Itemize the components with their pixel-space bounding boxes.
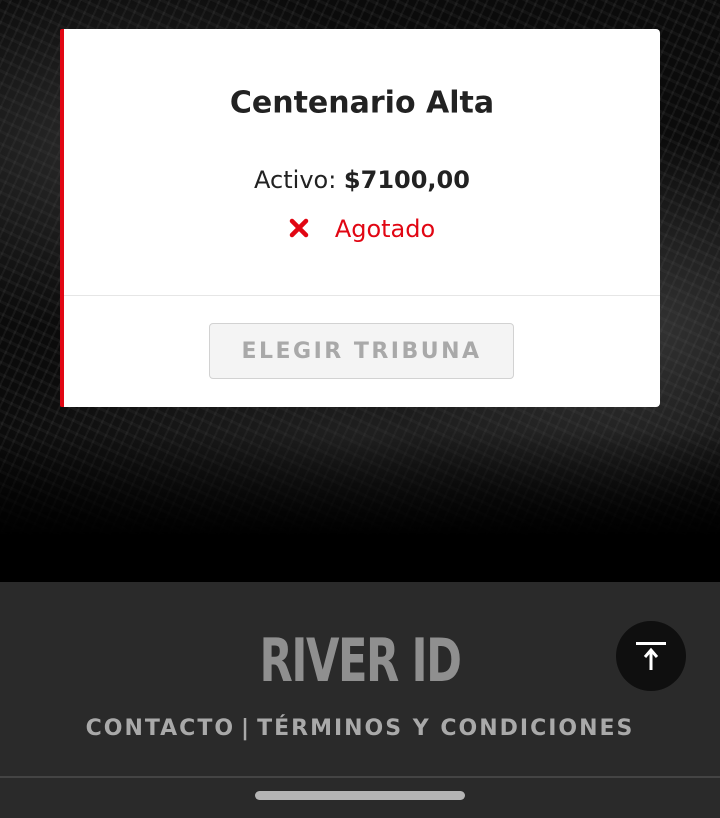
status-text: Agotado: [334, 215, 436, 243]
river-id-logo: RIVER ID: [259, 626, 461, 696]
price-value: $7100,00: [343, 166, 470, 194]
choose-stand-button[interactable]: ELEGIR TRIBUNA: [209, 323, 514, 379]
close-x-icon: [289, 216, 309, 238]
contact-link[interactable]: CONTACTO: [86, 716, 235, 741]
footer-links: CONTACTO | TÉRMINOS Y CONDICIONES: [0, 716, 720, 741]
ticket-price: Activo: $7100,00: [64, 166, 660, 194]
price-label: Activo:: [254, 166, 344, 194]
home-indicator: [255, 791, 465, 800]
ticket-status: Agotado: [64, 215, 660, 243]
hero-fade: [0, 430, 720, 582]
card-divider: [64, 295, 660, 296]
link-separator: |: [241, 716, 252, 741]
footer-divider: [0, 776, 720, 778]
arrow-up-to-top-icon: [636, 642, 666, 670]
ticket-title: Centenario Alta: [229, 85, 495, 121]
footer: RIVER ID CONTACTO | TÉRMINOS Y CONDICIONES: [0, 582, 720, 818]
ticket-card: Centenario Alta Activo: $7100,00 Agotado…: [60, 29, 660, 407]
scroll-to-top-button[interactable]: [616, 621, 686, 691]
terms-link[interactable]: TÉRMINOS Y CONDICIONES: [257, 716, 634, 741]
